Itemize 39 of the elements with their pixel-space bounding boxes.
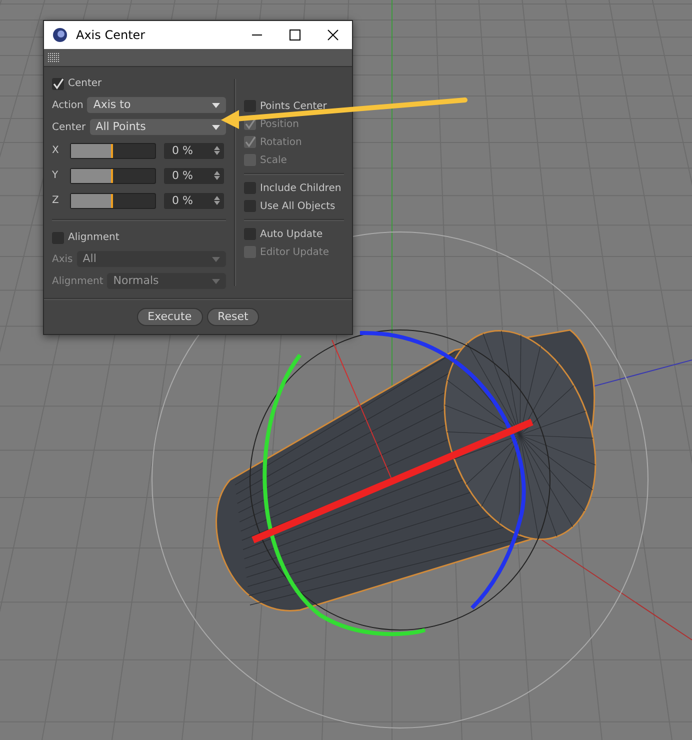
- checkbox-label: Center: [68, 77, 102, 91]
- caret-icon: [212, 102, 220, 108]
- checkbox-label: Auto Update: [260, 228, 323, 242]
- field-label: Action: [52, 98, 84, 112]
- checkbox-label: Alignment: [68, 231, 120, 245]
- slider[interactable]: [70, 142, 156, 158]
- dropdown: Normals: [107, 273, 226, 289]
- axis-label: Y: [52, 169, 60, 183]
- field-label: Axis: [52, 252, 73, 266]
- spinner-icon: [214, 171, 220, 180]
- slider[interactable]: [70, 192, 156, 208]
- dropdown[interactable]: Axis to: [87, 97, 226, 113]
- caret-icon: [212, 124, 220, 130]
- caret-icon: [212, 256, 220, 262]
- dropdown: All: [76, 251, 226, 267]
- number-field[interactable]: 0 %: [164, 142, 224, 158]
- caret-icon: [212, 278, 220, 284]
- dropdown[interactable]: All Points: [90, 119, 226, 135]
- checkbox[interactable]: [52, 78, 64, 90]
- checkbox-label: Points Center: [260, 100, 327, 114]
- window-title: Axis Center: [76, 27, 146, 44]
- checkbox-label: Editor Update: [260, 246, 329, 260]
- dialog-button[interactable]: Reset: [206, 308, 260, 326]
- number-field[interactable]: 0 %: [164, 168, 224, 184]
- checkbox-label: Rotation: [260, 136, 302, 150]
- slider[interactable]: [70, 168, 156, 184]
- checkbox-label: Include Children: [260, 182, 342, 196]
- checkbox-label: Use All Objects: [260, 200, 336, 214]
- number-field[interactable]: 0 %: [164, 192, 224, 208]
- app-logo-icon: [52, 27, 68, 43]
- field-label: Alignment: [52, 274, 104, 288]
- axis-label: Z: [52, 194, 60, 208]
- spinner-icon: [214, 146, 220, 155]
- spinner-icon: [214, 196, 220, 205]
- field-label: Center: [52, 120, 86, 134]
- checkbox-label: Scale: [260, 154, 287, 168]
- dialog-button[interactable]: Execute: [136, 308, 203, 326]
- axis-label: X: [52, 144, 60, 158]
- checkbox-label: Position: [260, 118, 299, 132]
